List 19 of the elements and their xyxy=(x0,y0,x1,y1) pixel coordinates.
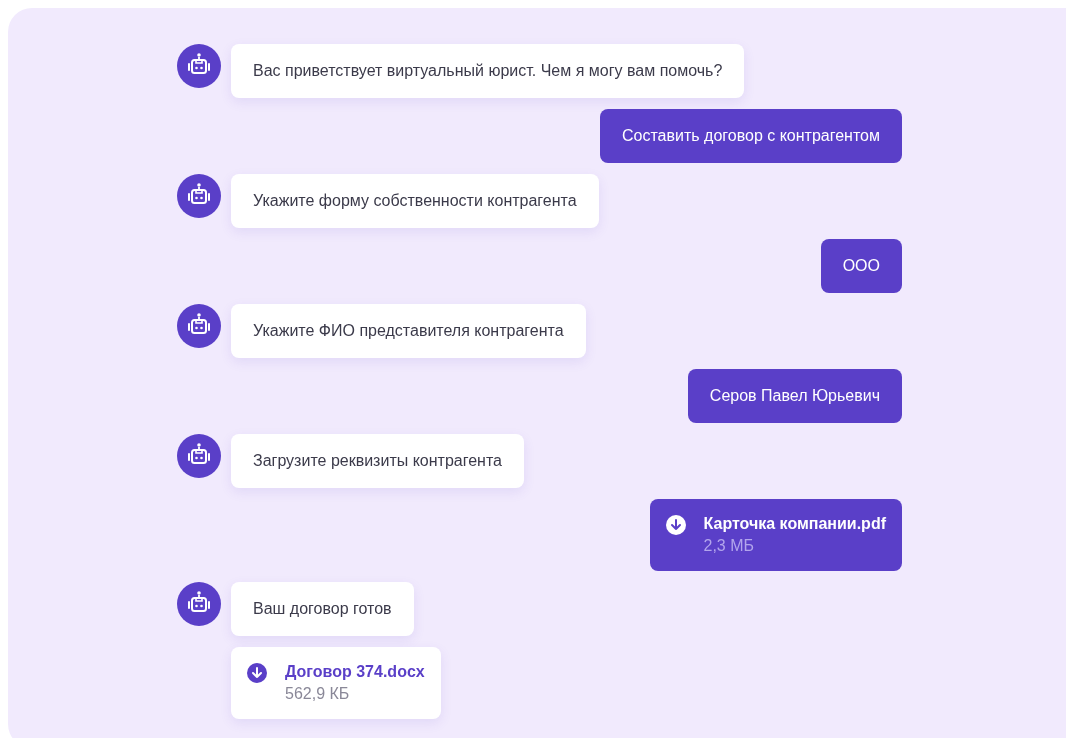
file-name-link[interactable]: Карточка компании.pdf xyxy=(703,513,886,535)
robot-avatar-icon xyxy=(177,434,221,478)
robot-avatar-icon xyxy=(177,582,221,626)
file-size: 2,3 МБ xyxy=(703,536,756,556)
user-message: ООО xyxy=(820,239,902,293)
robot-avatar-icon xyxy=(177,174,221,218)
bot-message: Укажите форму собственности контрагента xyxy=(231,174,599,228)
bot-message: Загрузите реквизиты контрагента xyxy=(231,434,524,488)
bot-message: Вас приветствует виртуальный юрист. Чем я могу вам помочь? xyxy=(231,44,745,98)
download-icon[interactable] xyxy=(247,663,267,683)
user-message: Составить договор с контрагентом xyxy=(600,109,902,163)
download-icon[interactable] xyxy=(665,515,686,535)
file-name-link[interactable]: Договор 374.docx xyxy=(285,661,425,683)
bot-message: Укажите ФИО представителя контрагента xyxy=(231,304,586,358)
robot-avatar-icon xyxy=(177,304,221,348)
file-size: 562,9 КБ xyxy=(285,684,351,704)
bot-message: Ваш договор готов xyxy=(231,582,414,636)
user-message: Серов Павел Юрьевич xyxy=(687,369,902,423)
robot-avatar-icon xyxy=(177,44,221,88)
